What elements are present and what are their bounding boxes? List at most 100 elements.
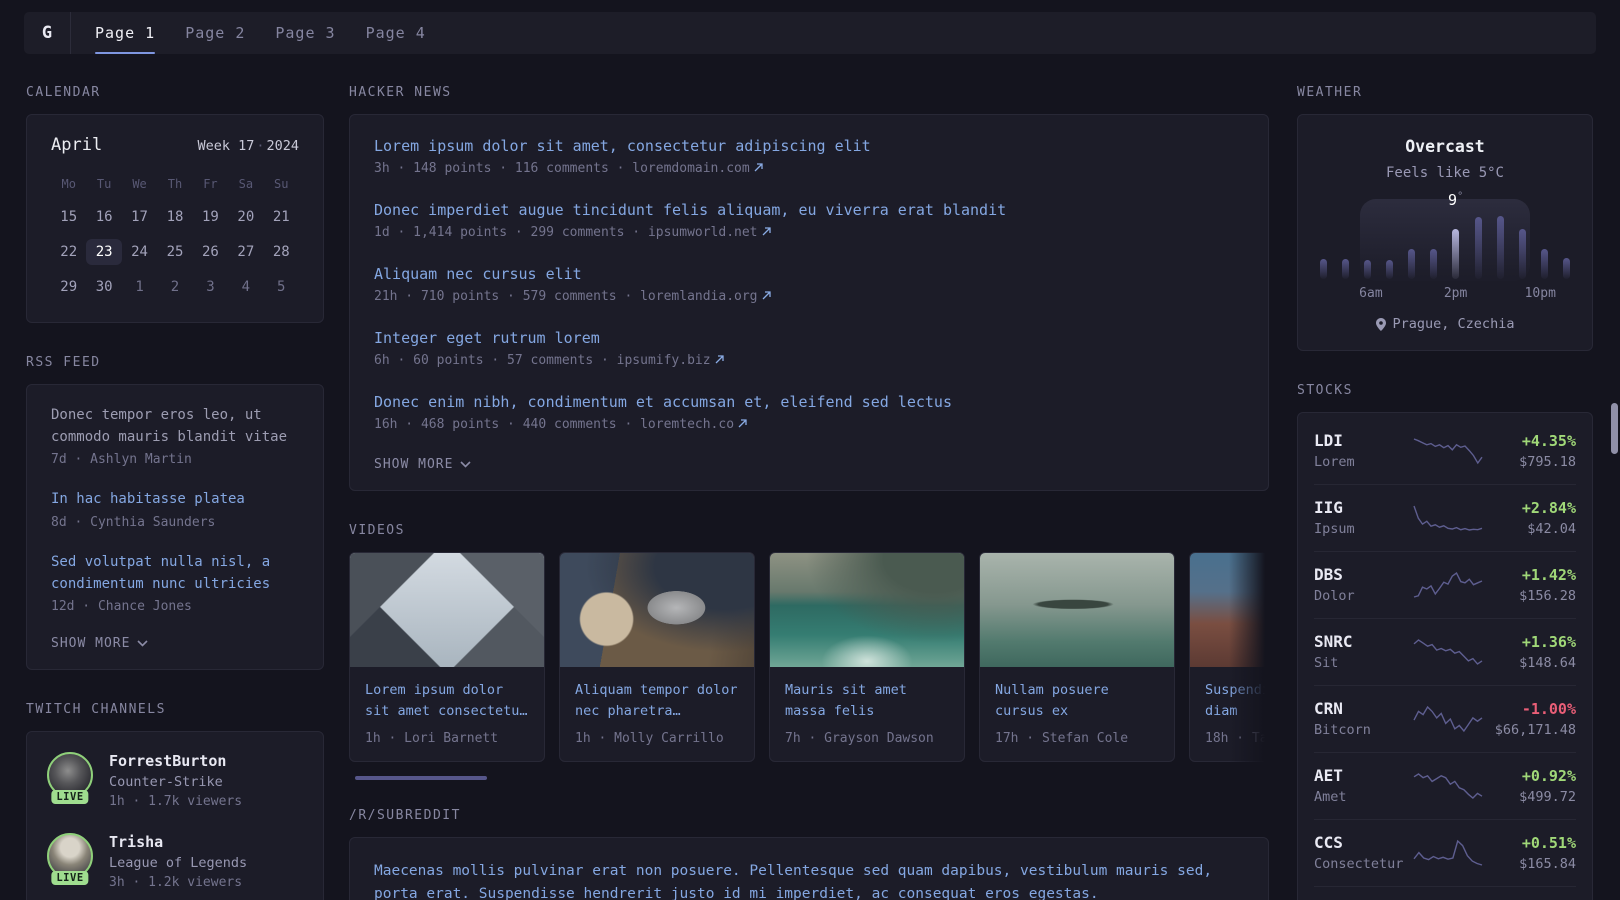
calendar-day[interactable]: 26: [193, 239, 228, 265]
hackernews-item-title[interactable]: Donec enim nibh, condimentum et accumsan…: [374, 393, 1244, 411]
nav-tabs: Page 1 Page 2 Page 3 Page 4: [71, 12, 426, 54]
stock-sparkline: [1413, 437, 1483, 464]
hackernews-item-domain[interactable]: loremtech.co: [640, 417, 734, 432]
rss-item-title[interactable]: Donec tempor eros leo, ut: [51, 405, 299, 427]
twitch-channel-row[interactable]: LIVE ForrestBurton Counter-Strike 1h · 1.7k…: [47, 752, 303, 809]
calendar-day[interactable]: 28: [264, 239, 299, 265]
weather-bar: [1496, 216, 1504, 279]
stock-id: IIG Ipsum: [1314, 498, 1410, 537]
calendar-day[interactable]: 5: [264, 274, 299, 300]
tab-page-4[interactable]: Page 4: [366, 12, 426, 54]
app-logo[interactable]: G: [24, 12, 70, 54]
video-title[interactable]: sit amet consectetu…: [365, 701, 529, 722]
hackernews-item-meta: 3h · 148 points · 116 comments · loremdo…: [374, 161, 1244, 176]
calendar-day[interactable]: 25: [157, 239, 192, 265]
videos-carousel[interactable]: Lorem ipsum dolor sit amet consectetu… 1h …: [349, 552, 1269, 762]
rss-card: Donec tempor eros leo, ut commodo mauris …: [26, 384, 324, 671]
calendar-day[interactable]: 4: [228, 274, 263, 300]
video-title[interactable]: Nullam posuere: [995, 680, 1159, 701]
hackernews-item-title[interactable]: Lorem ipsum dolor sit amet, consectetur …: [374, 137, 1244, 155]
calendar-day[interactable]: 19: [193, 204, 228, 230]
video-card[interactable]: Aliquam tempor dolor nec pharetra… 1h · Mo…: [559, 552, 755, 762]
calendar-day[interactable]: 27: [228, 239, 263, 265]
carousel-scroll-thumb[interactable]: [355, 775, 487, 780]
hackernews-item-title[interactable]: Integer eget rutrum lorem: [374, 329, 1244, 347]
video-card[interactable]: Nullam posuere cursus ex 17h · Stefan Cole: [979, 552, 1175, 762]
stock-row[interactable]: CCS Consectetur +0.51% $165.84: [1314, 819, 1576, 886]
stock-price: $156.28: [1519, 587, 1576, 604]
calendar-day[interactable]: 15: [51, 204, 86, 230]
page-scrollbar-thumb[interactable]: [1611, 403, 1618, 454]
video-title[interactable]: diam: [1205, 701, 1269, 722]
video-card-body: Mauris sit amet massa felis 7h · Grayson D…: [770, 667, 964, 761]
stock-id: AET Amet: [1314, 766, 1410, 805]
weekday-label: Th: [167, 177, 183, 191]
rss-item-meta: 8d · Cynthia Saunders: [51, 515, 216, 531]
hackernews-show-more-button[interactable]: SHOW MORE: [374, 457, 1244, 472]
calendar-day[interactable]: 2: [157, 274, 192, 300]
stock-sparkline-wrap: [1410, 701, 1486, 737]
calendar-day[interactable]: 24: [122, 239, 157, 265]
calendar-day[interactable]: 20: [228, 204, 263, 230]
hackernews-item-domain[interactable]: ipsumworld.net: [648, 225, 758, 240]
twitch-channel-name[interactable]: Trisha: [109, 833, 247, 851]
hackernews-item-title[interactable]: Aliquam nec cursus elit: [374, 265, 1244, 283]
stock-name: Bitcorn: [1314, 722, 1371, 738]
video-meta: 17h · Stefan Cole: [995, 730, 1129, 746]
video-title[interactable]: Suspendisse: [1205, 680, 1269, 701]
subreddit-post-title[interactable]: porta erat. Suspendisse hendrerit justo …: [374, 883, 1244, 900]
video-card[interactable]: Lorem ipsum dolor sit amet consectetu… 1h …: [349, 552, 545, 762]
video-title[interactable]: massa felis: [785, 701, 949, 722]
subreddit-post-title[interactable]: Maecenas mollis pulvinar erat non posuer…: [374, 860, 1244, 883]
twitch-channel-name[interactable]: ForrestBurton: [109, 752, 242, 770]
calendar-day[interactable]: 17: [122, 204, 157, 230]
video-title[interactable]: Mauris sit amet: [785, 680, 949, 701]
stock-price: $795.18: [1519, 453, 1576, 470]
tab-page-1[interactable]: Page 1: [95, 12, 156, 54]
stock-id: DBS Dolor: [1314, 565, 1410, 604]
video-card[interactable]: Mauris sit amet massa felis 7h · Grayson D…: [769, 552, 965, 762]
stock-row[interactable]: AET Amet +0.92% $499.72: [1314, 752, 1576, 819]
calendar-day[interactable]: 16: [86, 204, 121, 230]
hackernews-item-domain[interactable]: loremlandia.org: [640, 289, 757, 304]
calendar-day[interactable]: 29: [51, 274, 86, 300]
calendar-day[interactable]: 3: [193, 274, 228, 300]
stock-row[interactable]: IIG Ipsum +2.84% $42.04: [1314, 484, 1576, 551]
rss-item-title[interactable]: commodo mauris blandit vitae: [51, 427, 299, 449]
stock-row[interactable]: AHS+0.46%: [1314, 886, 1576, 900]
weather-time-label: 2pm: [1443, 286, 1468, 301]
video-card[interactable]: Suspendissediam 18h · Tara: [1189, 552, 1269, 762]
rss-item-title[interactable]: condimentum nunc ultricies: [51, 574, 299, 596]
video-title[interactable]: cursus ex: [995, 701, 1159, 722]
stock-row[interactable]: DBS Dolor +1.42% $156.28: [1314, 551, 1576, 618]
weather-bar: [1386, 260, 1394, 279]
calendar-day-selected[interactable]: 23: [86, 239, 122, 265]
stock-row[interactable]: LDI Lorem +4.35% $795.18: [1314, 418, 1576, 484]
hackernews-item-title[interactable]: Donec imperdiet augue tincidunt felis al…: [374, 201, 1244, 219]
tab-page-3[interactable]: Page 3: [275, 12, 335, 54]
calendar-day[interactable]: 1: [122, 274, 157, 300]
hackernews-item-domain[interactable]: loremdomain.com: [632, 161, 749, 176]
weekday-label: Fr: [203, 177, 218, 191]
calendar-week-year: Week 17 · 2024: [197, 138, 299, 154]
stock-row[interactable]: SNRC Sit +1.36% $148.64: [1314, 618, 1576, 685]
stock-sparkline-wrap: [1410, 567, 1486, 603]
video-title[interactable]: Aliquam tempor dolor: [575, 680, 739, 701]
hackernews-item-domain[interactable]: ipsumify.biz: [617, 353, 711, 368]
tab-page-2[interactable]: Page 2: [185, 12, 245, 54]
rss-show-more-button[interactable]: SHOW MORE: [51, 636, 299, 651]
calendar-day[interactable]: 22: [51, 239, 86, 265]
calendar-day[interactable]: 18: [157, 204, 192, 230]
video-card-body: Aliquam tempor dolor nec pharetra… 1h · Mo…: [560, 667, 754, 761]
twitch-channel-row[interactable]: LIVE Trisha League of Legends 3h · 1.2k vie…: [47, 833, 303, 890]
rss-item-title[interactable]: Sed volutpat nulla nisl, a: [51, 552, 299, 574]
rss-item-title[interactable]: In hac habitasse platea: [51, 489, 299, 511]
stock-row[interactable]: CRN Bitcorn -1.00% $66,171.48: [1314, 685, 1576, 752]
calendar-day[interactable]: 21: [264, 204, 299, 230]
calendar-day[interactable]: 30: [86, 274, 121, 300]
hackernews-card: Lorem ipsum dolor sit amet, consectetur …: [349, 114, 1269, 491]
video-title[interactable]: nec pharetra…: [575, 701, 739, 722]
stock-name: Ipsum: [1314, 521, 1355, 537]
video-title[interactable]: Lorem ipsum dolor: [365, 680, 529, 701]
weather-widget: WEATHER Overcast Feels like 5°C 9° 6am 2pm…: [1297, 85, 1593, 351]
